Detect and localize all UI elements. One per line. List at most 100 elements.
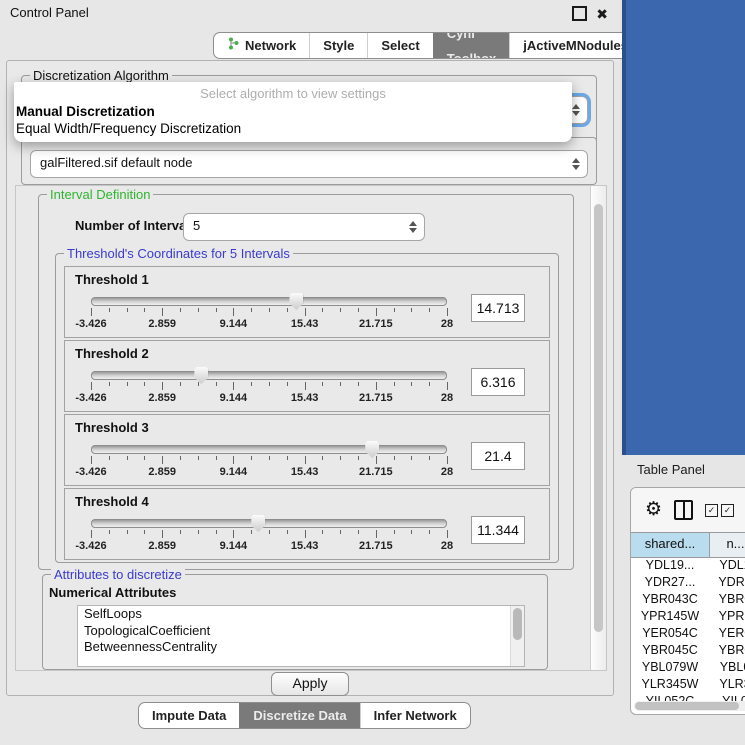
table-row[interactable]: YDL19...YDL1 <box>631 557 745 574</box>
list-scrollbar[interactable] <box>510 606 524 666</box>
network-icon <box>227 33 240 58</box>
tick-mark <box>91 530 92 538</box>
threshold-slider[interactable]: -3.4262.8599.14415.4321.71528 <box>91 441 447 481</box>
attribute-list-item[interactable]: BetweennessCentrality <box>78 639 524 656</box>
tick-label: 28 <box>441 466 453 478</box>
number-of-intervals-combo[interactable]: 5 <box>183 213 425 241</box>
checkbox-icon[interactable]: ✓ <box>721 504 734 517</box>
table-row[interactable]: YLR345WYLR3 <box>631 676 745 693</box>
table-cell: YER054C <box>631 625 709 642</box>
table-cell: YDR2 <box>709 574 745 591</box>
table-header-row: shared... n... <box>631 532 745 558</box>
column-header-name[interactable]: n... <box>710 533 745 557</box>
horizontal-scrollbar-thumb[interactable] <box>635 702 739 710</box>
table-row[interactable]: YER054CYER0 <box>631 625 745 642</box>
tab-style[interactable]: Style <box>309 33 367 58</box>
tick-mark <box>127 308 128 312</box>
tick-label: 2.859 <box>148 392 176 404</box>
interval-group-title: Interval Definition <box>47 187 153 202</box>
list-scrollbar-thumb[interactable] <box>513 608 522 640</box>
tick-mark <box>394 456 395 460</box>
tick-mark <box>287 456 288 460</box>
tick-mark <box>233 382 234 390</box>
top-tab-bar: NetworkStyleSelectCyni ToolboxjActiveMNo… <box>213 32 642 59</box>
panel-title: Control Panel <box>10 0 89 26</box>
table-toolbar: ⚙ ✓ ✓ <box>631 488 745 532</box>
table-cell: YDL19... <box>631 557 709 574</box>
table-row[interactable]: YPR145WYPR1 <box>631 608 745 625</box>
tick-mark <box>429 530 430 534</box>
table-row[interactable]: YDR27...YDR2 <box>631 574 745 591</box>
numerical-attributes-list[interactable]: SelfLoopsTopologicalCoefficientBetweenne… <box>77 605 525 667</box>
tab-impute-data[interactable]: Impute Data <box>139 703 239 728</box>
tick-mark <box>376 382 377 390</box>
window-controls: ✖ <box>572 6 608 21</box>
tab-infer-network[interactable]: Infer Network <box>360 703 470 728</box>
horizontal-scrollbar[interactable] <box>634 701 745 711</box>
algorithm-option[interactable]: Equal Width/Frequency Discretization <box>14 120 572 137</box>
slider-ticks <box>91 530 447 539</box>
checkbox-icon[interactable]: ✓ <box>705 504 718 517</box>
tick-mark <box>305 382 306 390</box>
tab-label: Network <box>245 33 296 58</box>
threshold-slider[interactable]: -3.4262.8599.14415.4321.71528 <box>91 293 447 333</box>
threshold-slider[interactable]: -3.4262.8599.14415.4321.71528 <box>91 515 447 555</box>
algorithm-popup-hint: Select algorithm to view settings <box>14 84 572 103</box>
tick-mark <box>109 308 110 312</box>
tick-label: 21.715 <box>359 540 393 552</box>
tick-mark <box>109 530 110 534</box>
table-row[interactable]: YBR045CYBR0 <box>631 642 745 659</box>
tick-mark <box>91 308 92 316</box>
tick-mark <box>305 308 306 316</box>
threshold-value-field[interactable] <box>471 368 525 396</box>
threshold-slider[interactable]: -3.4262.8599.14415.4321.71528 <box>91 367 447 407</box>
gear-icon[interactable]: ⚙ <box>645 500 662 520</box>
slider-track[interactable] <box>91 445 447 454</box>
slider-track[interactable] <box>91 371 447 380</box>
vertical-scrollbar[interactable] <box>590 186 606 670</box>
slider-tick-labels: -3.4262.8599.14415.4321.71528 <box>91 540 447 552</box>
table-cell: YLR3 <box>709 676 745 693</box>
tick-mark <box>216 308 217 312</box>
tick-mark <box>322 308 323 312</box>
tick-label: 9.144 <box>220 318 248 330</box>
tick-mark <box>429 382 430 386</box>
tab-label: Cyni Toolbox <box>447 32 497 59</box>
float-window-icon[interactable] <box>572 6 587 21</box>
table-cell: YBR0 <box>709 642 745 659</box>
tick-mark <box>394 308 395 312</box>
split-view-icon[interactable] <box>674 500 693 520</box>
tab-discretize-data[interactable]: Discretize Data <box>239 703 359 728</box>
table-rows: YDL19...YDL1YDR27...YDR2YBR043CYBR0YPR14… <box>631 557 745 714</box>
tick-mark <box>340 530 341 534</box>
threshold-value-field[interactable] <box>471 516 525 544</box>
algorithm-option[interactable]: Manual Discretization <box>14 103 572 120</box>
table-cell: YBL079W <box>631 659 709 676</box>
algorithm-dropdown-popup: Select algorithm to view settings Manual… <box>14 82 572 142</box>
tick-mark <box>305 530 306 538</box>
attributes-group-title: Attributes to discretize <box>51 567 185 582</box>
table-data-combo[interactable]: galFiltered.sif default node <box>30 150 588 178</box>
tick-mark <box>162 382 163 390</box>
threshold-value-field[interactable] <box>471 442 525 470</box>
tick-mark <box>376 456 377 464</box>
close-icon[interactable]: ✖ <box>596 7 608 21</box>
attribute-list-item[interactable]: TopologicalCoefficient <box>78 623 524 640</box>
table-row[interactable]: YBL079WYBL0 <box>631 659 745 676</box>
slider-track[interactable] <box>91 519 447 528</box>
apply-button[interactable]: Apply <box>271 672 349 696</box>
slider-ticks <box>91 456 447 465</box>
tab-network[interactable]: Network <box>214 33 309 58</box>
tick-label: 15.43 <box>291 392 319 404</box>
slider-track[interactable] <box>91 297 447 306</box>
threshold-value-field[interactable] <box>471 294 525 322</box>
tab-select[interactable]: Select <box>367 33 432 58</box>
table-row[interactable]: YBR043CYBR0 <box>631 591 745 608</box>
tab-cyni-toolbox[interactable]: Cyni Toolbox <box>433 33 510 58</box>
tick-mark <box>269 530 270 534</box>
tick-label: 15.43 <box>291 466 319 478</box>
attribute-list-item[interactable]: SelfLoops <box>78 606 524 623</box>
column-header-shared[interactable]: shared... <box>631 533 710 557</box>
vertical-scrollbar-thumb[interactable] <box>594 204 603 632</box>
tick-mark <box>180 382 181 386</box>
